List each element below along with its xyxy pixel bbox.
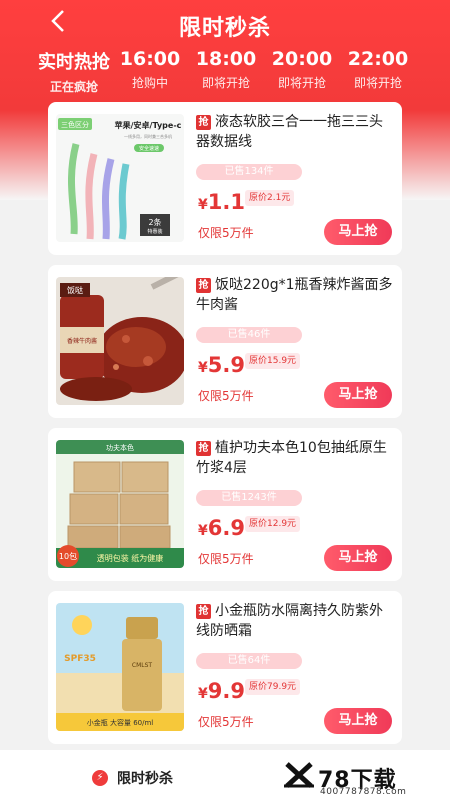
stock-limit: 仅限5万件 (198, 226, 254, 240)
stock-limit: 仅限5万件 (198, 715, 254, 729)
product-title: 植护功夫本色10包抽纸原生竹浆4层 (196, 440, 387, 476)
product-image[interactable]: 三色区分 苹果/安卓/Type-c 一线多用，同时兼三合多机 安全速速 2条 特… (56, 114, 184, 242)
bottom-bar: ⚡ 限时秒杀 78下载 4007787878.com (0, 750, 450, 800)
price-value: 6.9 (207, 516, 245, 540)
stock-limit: 仅限5万件 (198, 552, 254, 566)
sold-count-bar: 已售134件 (196, 164, 302, 180)
product-card[interactable]: 三色区分 苹果/安卓/Type-c 一线多用，同时兼三合多机 安全速速 2条 特… (48, 102, 402, 255)
product-list: 三色区分 苹果/安卓/Type-c 一线多用，同时兼三合多机 安全速速 2条 特… (48, 102, 402, 754)
product-info: 抢植护功夫本色10包抽纸原生竹浆4层 (196, 438, 396, 478)
image-badge: 安全速速 (139, 145, 159, 152)
currency: ¥ (198, 686, 208, 702)
currency: ¥ (198, 197, 208, 213)
flash-tag: 抢 (196, 441, 211, 456)
product-title: 液态软胶三合一一拖三三头器数据线 (196, 114, 383, 150)
sold-count-bar: 已售64件 (196, 653, 302, 669)
product-card[interactable]: 功夫本色 10包 透明包装 纸为健康 抢植护功夫本色10包抽纸原生竹浆4层 已售… (48, 428, 402, 581)
bottom-tab-label[interactable]: 限时秒杀 (117, 768, 173, 788)
product-name[interactable]: 抢植护功夫本色10包抽纸原生竹浆4层 (196, 438, 396, 478)
flash-tag: 抢 (196, 115, 211, 130)
page-title: 限时秒杀 (178, 16, 271, 41)
product-image[interactable]: 功夫本色 10包 透明包装 纸为健康 (56, 440, 184, 568)
tab-time: 18:00 (195, 48, 257, 70)
watermark-url: 4007787878.com (320, 787, 407, 797)
image-top-text: 功夫本色 (106, 443, 134, 452)
product-name[interactable]: 抢液态软胶三合一一拖三三头器数据线 (196, 112, 396, 152)
currency: ¥ (198, 523, 208, 539)
product-card[interactable]: 香辣牛肉酱 饭哒 抢饭哒220g*1瓶香辣炸酱面多牛肉酱 已售46件 ¥5.9 … (48, 265, 402, 418)
price-value: 9.9 (207, 679, 245, 703)
image-spf: SPF35 (64, 654, 96, 664)
tab-time: 16:00 (119, 48, 181, 70)
tab-status: 即将开抢 (277, 76, 326, 90)
tab-status: 正在疯抢 (49, 80, 98, 94)
image-banner: 透明包装 纸为健康 (97, 553, 164, 563)
original-price: 原价12.9元 (245, 516, 301, 532)
buy-now-button[interactable]: 马上抢 (324, 219, 392, 245)
sold-count-bar: 已售46件 (196, 327, 302, 343)
price-value: 5.9 (207, 353, 245, 377)
sold-count-bar: 已售1243件 (196, 490, 302, 506)
image-label: 香辣牛肉酱 (67, 337, 97, 345)
image-caption: 小金瓶 大容量 60/ml (87, 718, 154, 727)
tab-status: 即将开抢 (201, 76, 250, 90)
tab-1600[interactable]: 16:00 抢购中 (112, 48, 188, 96)
tab-2000[interactable]: 20:00 即将开抢 (264, 48, 340, 96)
tab-status: 即将开抢 (353, 76, 402, 90)
tab-time: 22:00 (347, 48, 409, 70)
image-headline: 苹果/安卓/Type-c (115, 120, 182, 130)
price: ¥9.9 (198, 679, 245, 703)
buy-now-button[interactable]: 马上抢 (324, 708, 392, 734)
product-info: 抢液态软胶三合一一拖三三头器数据线 (196, 112, 396, 152)
price: ¥1.1 (198, 190, 245, 214)
watermark-logo-icon (284, 762, 314, 788)
price: ¥5.9 (198, 353, 245, 377)
buy-now-button[interactable]: 马上抢 (324, 545, 392, 571)
flash-tag: 抢 (196, 278, 211, 293)
time-tabs: 实时热抢 正在疯抢 16:00 抢购中 18:00 即将开抢 20:00 即将开… (36, 48, 416, 96)
image-subtext: 一线多用，同时兼三合多机 (124, 133, 172, 139)
price: ¥6.9 (198, 516, 245, 540)
product-name[interactable]: 抢小金瓶防水隔离持久防紫外线防晒霜 (196, 601, 396, 641)
product-title: 小金瓶防水隔离持久防紫外线防晒霜 (196, 603, 383, 639)
tab-2200[interactable]: 22:00 即将开抢 (340, 48, 416, 96)
image-count: 2条 (148, 217, 161, 227)
product-image[interactable]: SPF35 CMLST 小金瓶 大容量 60/ml (56, 603, 184, 731)
tab-time: 20:00 (271, 48, 333, 70)
product-name[interactable]: 抢饭哒220g*1瓶香辣炸酱面多牛肉酱 (196, 275, 396, 315)
product-info: 抢小金瓶防水隔离持久防紫外线防晒霜 (196, 601, 396, 641)
product-title: 饭哒220g*1瓶香辣炸酱面多牛肉酱 (196, 277, 393, 313)
nav-bar: 限时秒杀 (0, 0, 450, 44)
product-image[interactable]: 香辣牛肉酱 饭哒 (56, 277, 184, 405)
original-price: 原价79.9元 (245, 679, 301, 695)
tab-status: 抢购中 (131, 76, 168, 90)
buy-now-button[interactable]: 马上抢 (324, 382, 392, 408)
image-bottle-text: CMLST (132, 662, 153, 669)
tab-time: 实时热抢 (38, 52, 110, 73)
currency: ¥ (198, 360, 208, 376)
image-corner-text: 三色区分 (61, 120, 89, 129)
price-value: 1.1 (207, 190, 245, 214)
image-brand: 饭哒 (67, 285, 83, 295)
tab-1800[interactable]: 18:00 即将开抢 (188, 48, 264, 96)
stock-limit: 仅限5万件 (198, 389, 254, 403)
original-price: 原价2.1元 (245, 190, 295, 206)
product-card[interactable]: SPF35 CMLST 小金瓶 大容量 60/ml 抢小金瓶防水隔离持久防紫外线… (48, 591, 402, 744)
tab-live[interactable]: 实时热抢 正在疯抢 (36, 48, 112, 96)
image-count: 10包 (59, 551, 77, 561)
product-info: 抢饭哒220g*1瓶香辣炸酱面多牛肉酱 (196, 275, 396, 315)
original-price: 原价15.9元 (245, 353, 301, 369)
image-count-sub: 特惠装 (147, 228, 162, 235)
flash-tag: 抢 (196, 604, 211, 619)
lightning-icon[interactable]: ⚡ (92, 770, 108, 786)
